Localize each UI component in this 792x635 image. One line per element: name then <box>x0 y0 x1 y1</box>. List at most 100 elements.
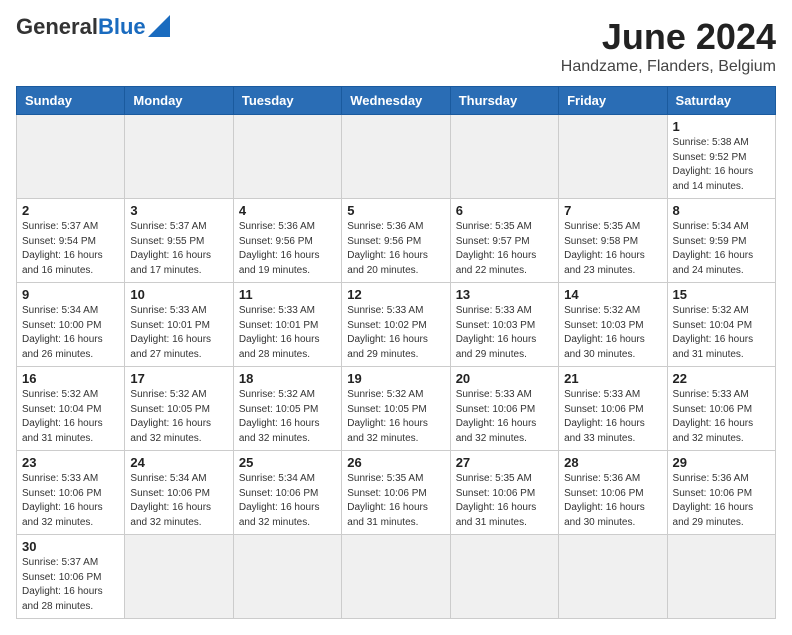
day-info: Sunrise: 5:36 AM Sunset: 9:56 PM Dayligh… <box>239 220 336 278</box>
day-number: 22 <box>673 371 770 386</box>
day-number: 18 <box>239 371 336 386</box>
day-number: 30 <box>22 539 119 554</box>
calendar-day <box>342 535 450 619</box>
day-number: 17 <box>130 371 227 386</box>
day-info: Sunrise: 5:32 AM Sunset: 10:03 PM Daylig… <box>564 304 661 362</box>
day-number: 1 <box>673 119 770 134</box>
calendar-day: 7 Sunrise: 5:35 AM Sunset: 9:58 PM Daylig… <box>559 199 667 283</box>
logo-text: GeneralBlue <box>16 16 146 38</box>
day-info: Sunrise: 5:35 AM Sunset: 10:06 PM Daylig… <box>456 472 553 530</box>
calendar-day: 21 Sunrise: 5:33 AM Sunset: 10:06 PM Dayl… <box>559 367 667 451</box>
day-number: 2 <box>22 203 119 218</box>
day-info: Sunrise: 5:37 AM Sunset: 10:06 PM Daylig… <box>22 556 119 614</box>
day-number: 9 <box>22 287 119 302</box>
day-number: 8 <box>673 203 770 218</box>
day-info: Sunrise: 5:32 AM Sunset: 10:04 PM Daylig… <box>22 388 119 446</box>
day-number: 21 <box>564 371 661 386</box>
day-number: 24 <box>130 455 227 470</box>
calendar-day: 1Sunrise: 5:38 AM Sunset: 9:52 PM Daylig… <box>667 115 775 199</box>
calendar-day: 17Sunrise: 5:32 AM Sunset: 10:05 PM Dayl… <box>125 367 233 451</box>
calendar-day: 27 Sunrise: 5:35 AM Sunset: 10:06 PM Dayl… <box>450 451 558 535</box>
day-info: Sunrise: 5:36 AM Sunset: 10:06 PM Daylig… <box>564 472 661 530</box>
calendar-day: 30 Sunrise: 5:37 AM Sunset: 10:06 PM Dayl… <box>17 535 125 619</box>
calendar-day <box>559 535 667 619</box>
calendar-day <box>667 535 775 619</box>
calendar-title: June 2024 <box>561 16 776 58</box>
logo: GeneralBlue <box>16 16 170 38</box>
calendar-day: 19 Sunrise: 5:32 AM Sunset: 10:05 PM Dayl… <box>342 367 450 451</box>
day-info: Sunrise: 5:33 AM Sunset: 10:06 PM Daylig… <box>673 388 770 446</box>
day-info: Sunrise: 5:36 AM Sunset: 10:06 PM Daylig… <box>673 472 770 530</box>
day-number: 16 <box>22 371 119 386</box>
day-info: Sunrise: 5:36 AM Sunset: 9:56 PM Dayligh… <box>347 220 444 278</box>
day-number: 27 <box>456 455 553 470</box>
calendar-day: 10Sunrise: 5:33 AM Sunset: 10:01 PM Dayl… <box>125 283 233 367</box>
day-info: Sunrise: 5:32 AM Sunset: 10:05 PM Daylig… <box>347 388 444 446</box>
day-number: 7 <box>564 203 661 218</box>
col-monday: Monday <box>125 87 233 115</box>
calendar-day: 14 Sunrise: 5:32 AM Sunset: 10:03 PM Dayl… <box>559 283 667 367</box>
day-number: 5 <box>347 203 444 218</box>
header: GeneralBlue June 2024 Handzame, Flanders… <box>16 16 776 76</box>
calendar-day: 9 Sunrise: 5:34 AM Sunset: 10:00 PM Dayli… <box>17 283 125 367</box>
day-number: 25 <box>239 455 336 470</box>
day-info: Sunrise: 5:33 AM Sunset: 10:03 PM Daylig… <box>456 304 553 362</box>
day-info: Sunrise: 5:33 AM Sunset: 10:01 PM Daylig… <box>239 304 336 362</box>
day-number: 3 <box>130 203 227 218</box>
calendar-day: 29 Sunrise: 5:36 AM Sunset: 10:06 PM Dayl… <box>667 451 775 535</box>
logo-icon <box>148 15 170 37</box>
day-info: Sunrise: 5:37 AM Sunset: 9:54 PM Dayligh… <box>22 220 119 278</box>
day-number: 11 <box>239 287 336 302</box>
day-number: 19 <box>347 371 444 386</box>
day-number: 4 <box>239 203 336 218</box>
day-info: Sunrise: 5:33 AM Sunset: 10:06 PM Daylig… <box>564 388 661 446</box>
day-info: Sunrise: 5:34 AM Sunset: 9:59 PM Dayligh… <box>673 220 770 278</box>
day-number: 29 <box>673 455 770 470</box>
day-info: Sunrise: 5:33 AM Sunset: 10:06 PM Daylig… <box>456 388 553 446</box>
day-number: 26 <box>347 455 444 470</box>
calendar-day <box>233 535 341 619</box>
calendar-day <box>125 535 233 619</box>
day-info: Sunrise: 5:33 AM Sunset: 10:06 PM Daylig… <box>22 472 119 530</box>
col-sunday: Sunday <box>17 87 125 115</box>
calendar-day: 13Sunrise: 5:33 AM Sunset: 10:03 PM Dayl… <box>450 283 558 367</box>
title-area: June 2024 Handzame, Flanders, Belgium <box>561 16 776 76</box>
logo-general: General <box>16 14 98 39</box>
day-number: 15 <box>673 287 770 302</box>
calendar-day <box>559 115 667 199</box>
calendar-day: 18 Sunrise: 5:32 AM Sunset: 10:05 PM Dayl… <box>233 367 341 451</box>
col-friday: Friday <box>559 87 667 115</box>
calendar-day: 25 Sunrise: 5:34 AM Sunset: 10:06 PM Dayl… <box>233 451 341 535</box>
calendar-day: 23Sunrise: 5:33 AM Sunset: 10:06 PM Dayl… <box>17 451 125 535</box>
calendar-day: 24 Sunrise: 5:34 AM Sunset: 10:06 PM Dayl… <box>125 451 233 535</box>
day-info: Sunrise: 5:32 AM Sunset: 10:04 PM Daylig… <box>673 304 770 362</box>
day-number: 14 <box>564 287 661 302</box>
calendar-day: 8 Sunrise: 5:34 AM Sunset: 9:59 PM Daylig… <box>667 199 775 283</box>
week-row-2: 9 Sunrise: 5:34 AM Sunset: 10:00 PM Dayli… <box>17 283 776 367</box>
week-row-5: 30 Sunrise: 5:37 AM Sunset: 10:06 PM Dayl… <box>17 535 776 619</box>
calendar-table: Sunday Monday Tuesday Wednesday Thursday… <box>16 86 776 619</box>
week-row-1: 2 Sunrise: 5:37 AM Sunset: 9:54 PM Daylig… <box>17 199 776 283</box>
day-info: Sunrise: 5:35 AM Sunset: 9:58 PM Dayligh… <box>564 220 661 278</box>
day-info: Sunrise: 5:33 AM Sunset: 10:01 PM Daylig… <box>130 304 227 362</box>
calendar-day <box>17 115 125 199</box>
calendar-day: 12 Sunrise: 5:33 AM Sunset: 10:02 PM Dayl… <box>342 283 450 367</box>
day-info: Sunrise: 5:34 AM Sunset: 10:00 PM Daylig… <box>22 304 119 362</box>
calendar-day: 3Sunrise: 5:37 AM Sunset: 9:55 PM Daylig… <box>125 199 233 283</box>
col-thursday: Thursday <box>450 87 558 115</box>
week-row-3: 16 Sunrise: 5:32 AM Sunset: 10:04 PM Dayl… <box>17 367 776 451</box>
col-tuesday: Tuesday <box>233 87 341 115</box>
calendar-day: 28 Sunrise: 5:36 AM Sunset: 10:06 PM Dayl… <box>559 451 667 535</box>
calendar-subtitle: Handzame, Flanders, Belgium <box>561 58 776 76</box>
day-number: 28 <box>564 455 661 470</box>
logo-blue: Blue <box>98 14 146 39</box>
day-info: Sunrise: 5:35 AM Sunset: 10:06 PM Daylig… <box>347 472 444 530</box>
calendar-day: 4 Sunrise: 5:36 AM Sunset: 9:56 PM Daylig… <box>233 199 341 283</box>
day-info: Sunrise: 5:34 AM Sunset: 10:06 PM Daylig… <box>239 472 336 530</box>
week-row-0: 1Sunrise: 5:38 AM Sunset: 9:52 PM Daylig… <box>17 115 776 199</box>
calendar-day: 5 Sunrise: 5:36 AM Sunset: 9:56 PM Daylig… <box>342 199 450 283</box>
day-info: Sunrise: 5:33 AM Sunset: 10:02 PM Daylig… <box>347 304 444 362</box>
day-number: 12 <box>347 287 444 302</box>
day-info: Sunrise: 5:32 AM Sunset: 10:05 PM Daylig… <box>239 388 336 446</box>
day-info: Sunrise: 5:34 AM Sunset: 10:06 PM Daylig… <box>130 472 227 530</box>
